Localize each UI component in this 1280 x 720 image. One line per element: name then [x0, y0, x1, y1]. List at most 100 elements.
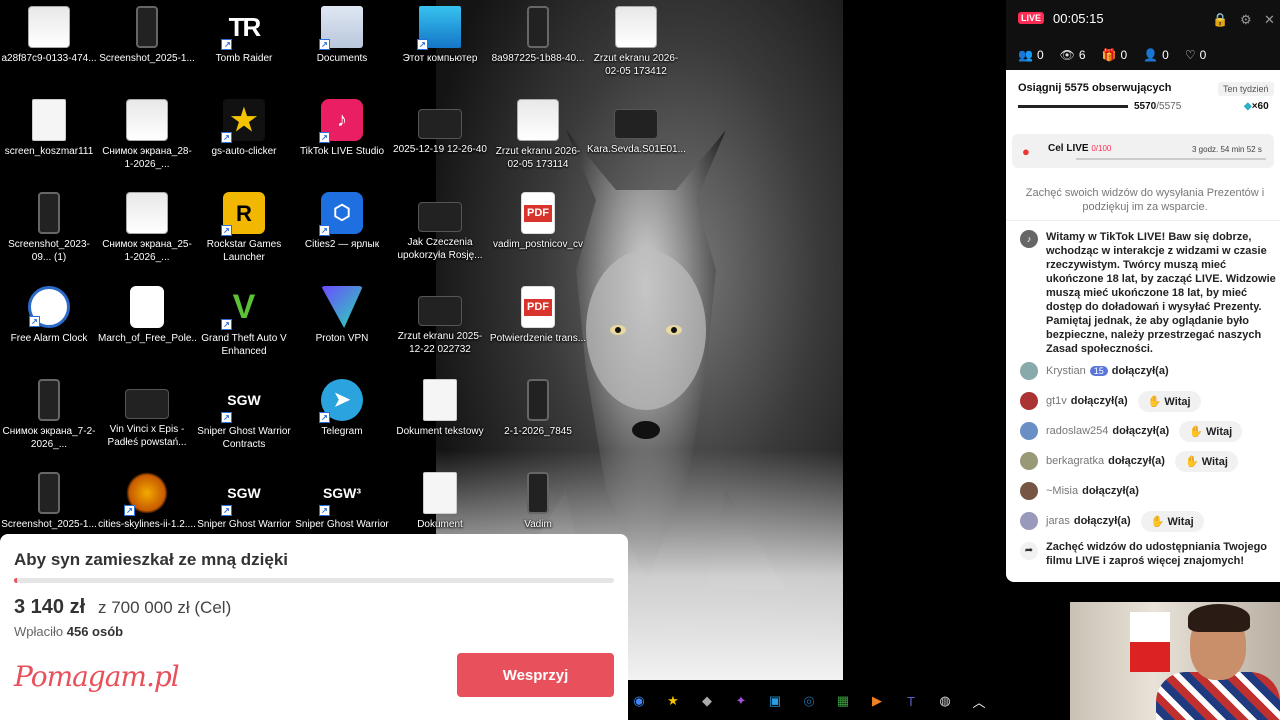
desktop-icon[interactable]: Снимок экрана_28-1-2026_... — [98, 99, 196, 171]
desktop-icon[interactable]: ↗ cities-skylines-ii-1.2.... — [98, 472, 196, 531]
desktop-icon[interactable]: Zrzut ekranu 2026-02-05 173114 — [489, 99, 587, 171]
avatar[interactable] — [1020, 422, 1038, 440]
desktop-icon-label: Zrzut ekranu 2026-02-05 173114 — [495, 146, 581, 170]
game-icon[interactable]: ▦ — [832, 690, 854, 712]
live-goal-box[interactable]: ● Cel LIVE 0/100 3 godz. 54 min 52 s — [1012, 134, 1274, 168]
desktop-icon[interactable]: Kara.Sevda.S01E01.... — [587, 99, 685, 156]
sgw-icon: SGW ↗ — [221, 472, 265, 516]
goal-period[interactable]: Ten tydzień — [1218, 82, 1274, 96]
share-icon[interactable]: ➦ — [1020, 542, 1038, 560]
chat-username[interactable]: berkagratka — [1046, 455, 1104, 467]
doc-icon — [32, 99, 66, 141]
phone-icon — [527, 6, 549, 48]
goal-count: 5570/5575 — [1134, 101, 1181, 112]
steam-icon[interactable]: ◎ — [798, 690, 820, 712]
desktop-icon[interactable]: Jak Czeczenia upokorzyła Rosję... — [391, 192, 489, 262]
desktop-icon[interactable]: ♪ ↗ TikTok LIVE Studio — [293, 99, 391, 158]
avatar[interactable] — [1020, 392, 1038, 410]
desktop-icon[interactable]: ➤ ↗ Telegram — [293, 379, 391, 438]
avatar[interactable] — [1020, 452, 1038, 470]
desktop-icon[interactable]: ↗ Free Alarm Clock — [0, 286, 98, 345]
desktop-icon-label: Proton VPN — [315, 333, 369, 344]
player-icon[interactable]: ▶ — [866, 690, 888, 712]
desktop-icon[interactable]: screen_koszmar111 — [0, 99, 98, 158]
desktop-icon[interactable]: SGW³ ↗ Sniper Ghost Warrior — [293, 472, 391, 531]
chat-username[interactable]: gt1v — [1046, 395, 1067, 407]
stat-item[interactable]: ♡ 0 — [1185, 48, 1206, 62]
welcome-button[interactable]: ✋ Witaj — [1140, 510, 1204, 532]
app-icon[interactable]: ✦ — [730, 690, 752, 712]
desktop-icon[interactable]: Screenshot_2025-1... — [98, 6, 196, 65]
photos-icon[interactable]: ▣ — [764, 690, 786, 712]
desktop-icon[interactable]: 2025-12-19 12-26-40 — [391, 99, 489, 156]
obs-icon[interactable]: ◍ — [934, 690, 956, 712]
diamond-icon: ◆ — [1244, 101, 1252, 112]
desktop-icon[interactable]: 8a987225-1b88-40... — [489, 6, 587, 65]
desktop-icon[interactable]: V ↗ Grand Theft Auto V Enhanced — [195, 286, 293, 358]
gift-icon: 🎁 — [1101, 48, 1117, 62]
teams-icon[interactable]: T — [900, 690, 922, 712]
doc-icon — [423, 379, 457, 421]
desktop-icon[interactable]: Dokument tekstowy — [391, 379, 489, 438]
welcome-text: Witamy w TikTok LIVE! Baw się dobrze, wc… — [1046, 231, 1276, 355]
share-prompt: ➦ Zachęć widzów do udostępniania Twojego… — [1020, 540, 1276, 568]
desktop-icon-label: Screenshot_2025-1... — [1, 519, 97, 530]
desktop-icon[interactable]: Screenshot_2023-09... (1) — [0, 192, 98, 264]
desktop-icon-label: March_of_Free_Pole... — [98, 333, 196, 344]
chrome-icon[interactable]: ◉ — [628, 690, 650, 712]
wave-icon: ✋ — [1189, 425, 1206, 438]
chat-username[interactable]: jaras — [1046, 515, 1070, 527]
desktop-icon[interactable]: ⬡ ↗ Cities2 — ярлык — [293, 192, 391, 251]
welcome-button[interactable]: ✋ Witaj — [1137, 390, 1201, 412]
desktop-icon[interactable]: ↗ Proton VPN — [293, 286, 391, 345]
desktop-icon[interactable]: SGW ↗ Sniper Ghost Warrior Contracts — [195, 379, 293, 451]
desktop-icon[interactable]: PDF vadim_postnicov_cv — [489, 192, 587, 251]
chat-username[interactable]: Krystian — [1046, 365, 1086, 377]
avatar[interactable] — [1020, 512, 1038, 530]
fundraiser-progress-fill — [14, 578, 17, 583]
avatar[interactable] — [1020, 482, 1038, 500]
desktop-icon[interactable]: a28f87c9-0133-474... — [0, 6, 98, 65]
shot-icon — [615, 6, 657, 48]
stat-item[interactable]: 👁 6 — [1060, 48, 1086, 62]
welcome-button[interactable]: ✋ Witaj — [1174, 450, 1238, 472]
star-icon[interactable]: ★ — [662, 690, 684, 712]
chevron-up-icon[interactable]: ︿ — [968, 690, 990, 712]
desktop-icon-label: 8a987225-1b88-40... — [491, 53, 585, 64]
welcome-button[interactable]: ✋ Witaj — [1179, 420, 1243, 442]
strawberry-icon: ● — [1022, 144, 1030, 159]
avatar[interactable] — [1020, 362, 1038, 380]
shot-icon — [517, 99, 559, 141]
desktop-icon[interactable]: Dokument — [391, 472, 489, 531]
tiktok-icon: ♪ ↗ — [319, 99, 363, 143]
desktop-icon[interactable]: 2-1-2026_7845 — [489, 379, 587, 438]
chat-username[interactable]: radoslaw254 — [1046, 425, 1108, 437]
settings-icon[interactable]: ⚙ — [1240, 12, 1252, 28]
desktop-icon[interactable]: Снимок экрана_25-1-2026_... — [98, 192, 196, 264]
support-button[interactable]: Wesprzyj — [457, 653, 614, 697]
chat-username[interactable]: ~Misia — [1046, 485, 1078, 497]
desktop-icon[interactable]: Zrzut ekranu 2026-02-05 173412 — [587, 6, 685, 78]
person-hair — [1188, 604, 1250, 632]
desktop-icon[interactable]: ▶ March_of_Free_Pole... — [98, 286, 196, 345]
desktop-icon[interactable]: R ↗ Rockstar Games Launcher — [195, 192, 293, 264]
desktop-icon[interactable]: ↗ Documents — [293, 6, 391, 65]
stat-item[interactable]: 👥 0 — [1018, 48, 1044, 62]
close-icon[interactable]: ✕ — [1264, 12, 1275, 28]
phone-icon — [527, 379, 549, 421]
stat-value: 0 — [1162, 48, 1169, 62]
desktop-icon[interactable]: Снимок экрана_7-2-2026_... — [0, 379, 98, 451]
stat-item[interactable]: 🎁 0 — [1102, 48, 1128, 62]
desktop-icon[interactable]: Vin Vinci x Epis - Padłeś powstań... — [98, 379, 196, 449]
desktop-icon[interactable]: Vadim — [489, 472, 587, 531]
stat-item[interactable]: 👤 0 — [1143, 48, 1169, 62]
desktop-icon[interactable]: Screenshot_2025-1... — [0, 472, 98, 531]
desktop-icon[interactable]: Zrzut ekranu 2025-12-22 022732 — [391, 286, 489, 356]
desktop-icon[interactable]: SGW ↗ Sniper Ghost Warrior — [195, 472, 293, 531]
desktop-icon[interactable]: ★ ↗ gs-auto-clicker — [195, 99, 293, 158]
desktop-icon[interactable]: PDF Potwierdzenie trans... — [489, 286, 587, 345]
lock-icon[interactable]: 🔒 — [1212, 12, 1228, 28]
box-icon[interactable]: ◆ — [696, 690, 718, 712]
desktop-icon[interactable]: ↗ Этот компьютер — [391, 6, 489, 65]
desktop-icon[interactable]: TR ↗ Tomb Raider — [195, 6, 293, 65]
